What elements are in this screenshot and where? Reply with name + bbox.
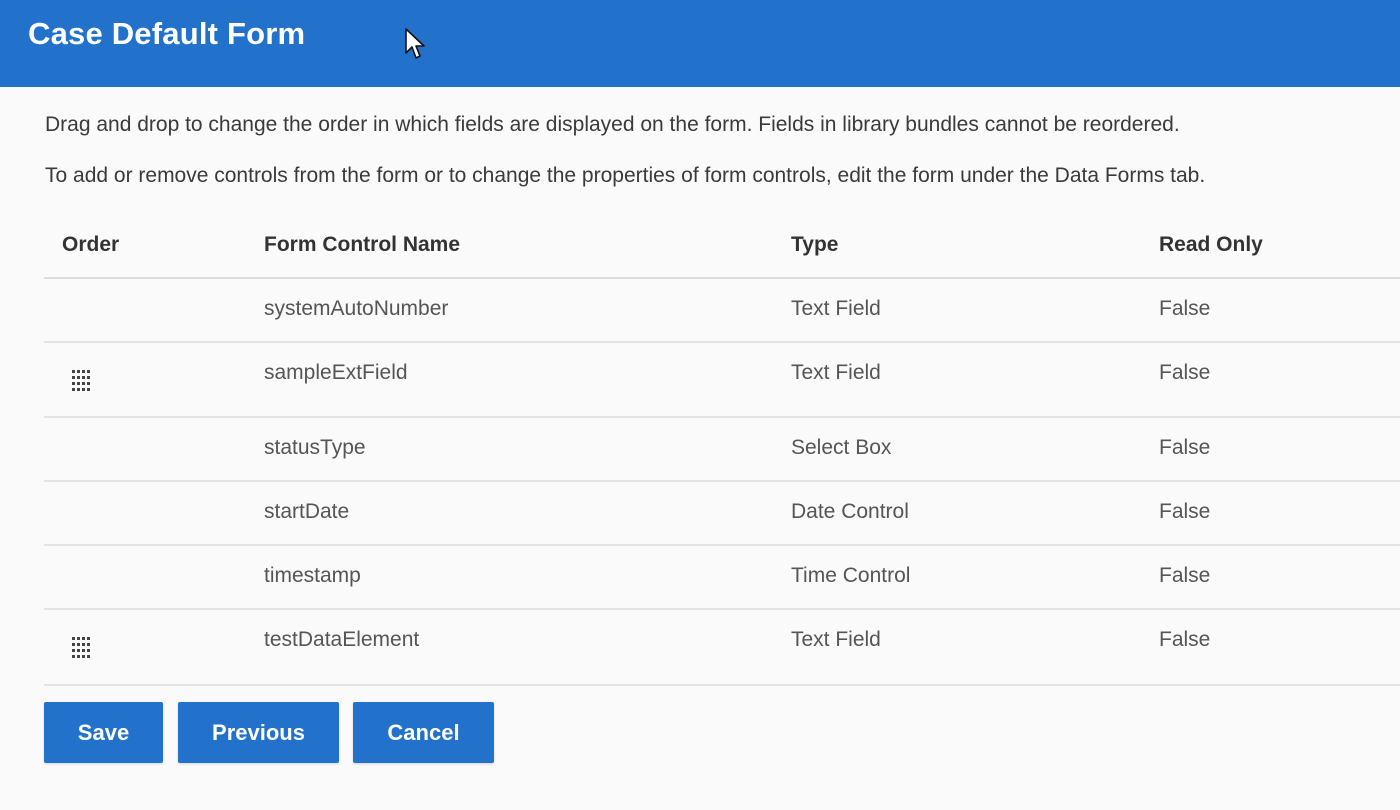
save-button[interactable]: Save [44, 702, 163, 763]
row-read-only: False [1159, 628, 1211, 651]
drag-handle-icon[interactable] [71, 636, 91, 660]
instructions-reorder: Drag and drop to change the order in whi… [45, 113, 1180, 136]
table-row[interactable]: sampleExtField Text Field False [44, 343, 1400, 418]
page-header: Case Default Form [0, 0, 1400, 87]
cancel-button[interactable]: Cancel [353, 702, 494, 763]
mouse-pointer-icon [405, 28, 425, 59]
column-header-name[interactable]: Form Control Name [264, 233, 460, 257]
table-row[interactable]: testDataElement Text Field False [44, 610, 1400, 686]
table-row: startDate Date Control False [44, 482, 1400, 546]
row-type: Text Field [791, 361, 881, 384]
row-type: Date Control [791, 500, 909, 523]
row-control-name: statusType [264, 436, 366, 459]
row-type: Text Field [791, 297, 881, 320]
previous-button[interactable]: Previous [178, 702, 339, 763]
row-control-name: testDataElement [264, 628, 420, 651]
table-header: Order Form Control Name Type Read Only [44, 212, 1400, 279]
column-header-order[interactable]: Order [62, 233, 119, 257]
table-row: systemAutoNumber Text Field False [44, 279, 1400, 343]
row-type: Text Field [791, 628, 881, 651]
column-header-read-only[interactable]: Read Only [1159, 233, 1263, 257]
row-control-name: timestamp [264, 564, 361, 587]
row-read-only: False [1159, 564, 1211, 587]
drag-handle-icon[interactable] [71, 369, 91, 393]
row-control-name: startDate [264, 500, 350, 523]
row-read-only: False [1159, 361, 1211, 384]
row-control-name: sampleExtField [264, 361, 408, 384]
table-row: statusType Select Box False [44, 418, 1400, 482]
column-header-type[interactable]: Type [791, 233, 838, 257]
instructions-edit: To add or remove controls from the form … [45, 164, 1206, 187]
row-read-only: False [1159, 297, 1211, 320]
row-type: Time Control [791, 564, 911, 587]
form-controls-table: Order Form Control Name Type Read Only s… [44, 212, 1400, 686]
row-type: Select Box [791, 436, 892, 459]
row-read-only: False [1159, 500, 1211, 523]
row-read-only: False [1159, 436, 1211, 459]
page-title: Case Default Form [28, 16, 306, 51]
table-row: timestamp Time Control False [44, 546, 1400, 610]
row-control-name: systemAutoNumber [264, 297, 449, 320]
